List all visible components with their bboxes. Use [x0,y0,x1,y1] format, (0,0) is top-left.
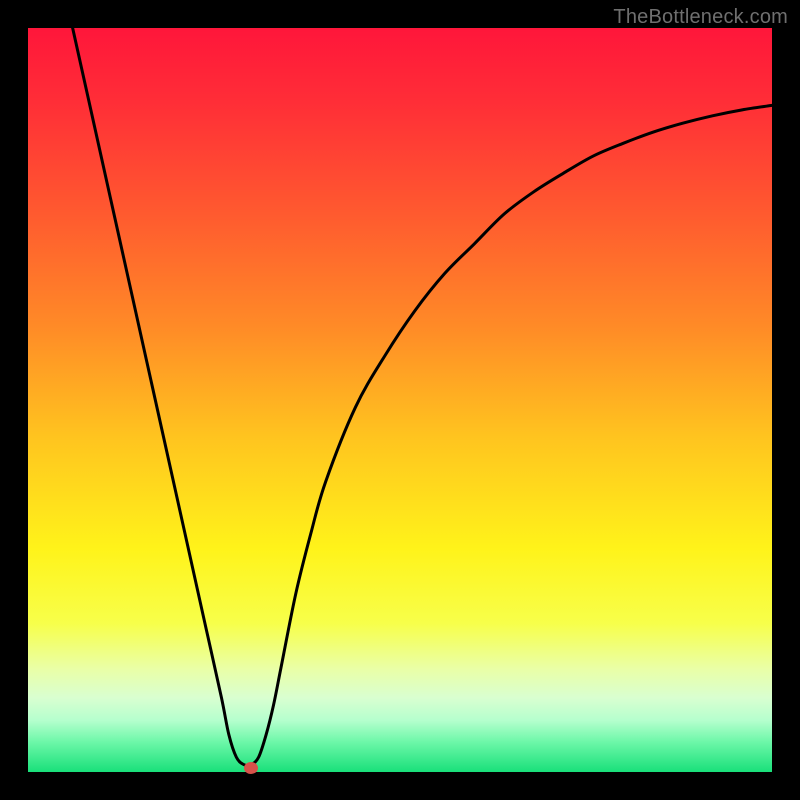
bottleneck-chart [28,28,772,772]
attribution-text: TheBottleneck.com [613,6,788,29]
gradient-background [28,28,772,772]
optimum-marker [244,762,258,774]
chart-frame [28,28,772,772]
